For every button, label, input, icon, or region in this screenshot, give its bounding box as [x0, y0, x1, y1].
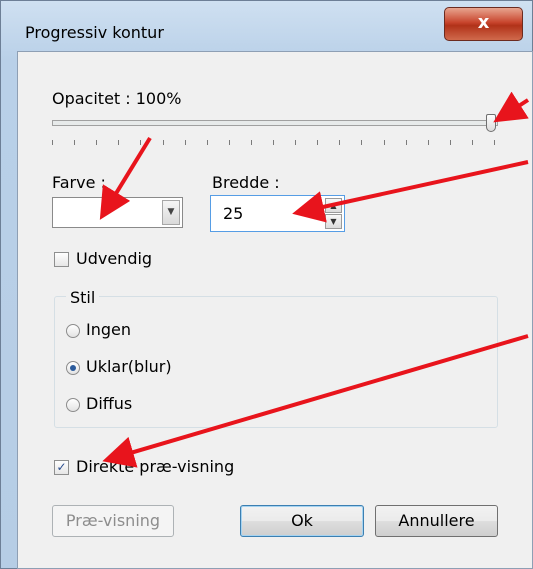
- width-label: Bredde :: [212, 173, 280, 192]
- opacity-label: Opacitet : 100%: [52, 89, 182, 108]
- width-value: 25: [223, 204, 244, 223]
- preview-button[interactable]: Præ-visning: [52, 505, 174, 537]
- dropdown-arrow-icon[interactable]: ▼: [162, 200, 180, 225]
- opacity-slider-ticks: [52, 140, 498, 148]
- slider-tick: [206, 140, 208, 145]
- slider-tick: [405, 140, 407, 145]
- outside-label: Udvendig: [76, 249, 153, 268]
- slider-tick: [184, 140, 186, 145]
- ok-button[interactable]: Ok: [240, 505, 364, 537]
- close-button[interactable]: x: [444, 7, 523, 41]
- radio-none[interactable]: [66, 324, 80, 338]
- slider-tick: [162, 140, 164, 145]
- slider-tick: [118, 140, 120, 145]
- slider-tick: [449, 140, 451, 145]
- opacity-slider-thumb[interactable]: [486, 114, 496, 132]
- slider-tick: [140, 140, 142, 145]
- slider-tick: [74, 140, 76, 145]
- slider-tick: [471, 140, 473, 145]
- slider-tick: [339, 140, 341, 145]
- opacity-slider-track[interactable]: [52, 120, 498, 126]
- slider-tick: [295, 140, 297, 145]
- live-preview-label: Direkte præ-visning: [76, 457, 235, 476]
- spin-up-icon[interactable]: ▲: [325, 198, 342, 213]
- radio-blur[interactable]: [66, 361, 80, 375]
- cancel-button[interactable]: Annullere: [375, 505, 498, 537]
- slider-tick: [52, 140, 53, 145]
- color-dropdown[interactable]: ▼: [52, 197, 183, 228]
- slider-tick: [317, 140, 319, 145]
- slider-tick: [494, 140, 495, 145]
- outside-checkbox[interactable]: [54, 252, 69, 267]
- checkmark-icon: ✓: [56, 460, 67, 474]
- radio-diffuse-label: Diffus: [86, 394, 133, 413]
- live-preview-checkbox[interactable]: ✓: [54, 460, 69, 475]
- slider-tick: [273, 140, 274, 145]
- color-label: Farve :: [52, 173, 106, 192]
- width-spinbox[interactable]: 25 ▲ ▼: [210, 195, 345, 232]
- close-icon: x: [477, 12, 490, 33]
- window-title: Progressiv kontur: [25, 23, 164, 42]
- slider-tick: [361, 140, 363, 145]
- style-group-title: Stil: [66, 288, 100, 307]
- slider-tick: [228, 140, 230, 145]
- radio-none-label: Ingen: [86, 320, 131, 339]
- slider-tick: [427, 140, 429, 145]
- radio-diffuse[interactable]: [66, 398, 80, 412]
- slider-tick: [96, 140, 98, 145]
- spin-down-icon[interactable]: ▼: [325, 214, 342, 229]
- slider-tick: [383, 140, 385, 145]
- radio-blur-label: Uklar(blur): [86, 357, 172, 376]
- slider-tick: [250, 140, 252, 145]
